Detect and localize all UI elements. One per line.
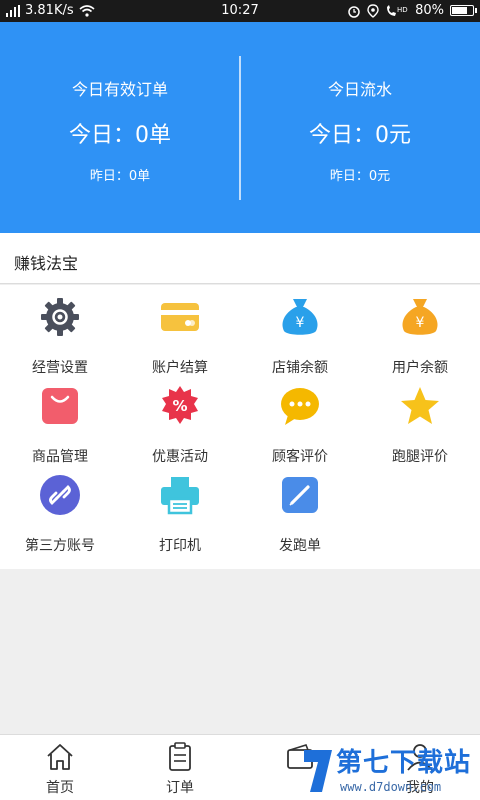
discount-badge-icon: % [162,386,198,424]
tool-label: 第三方账号 [25,538,95,554]
tool-business-settings[interactable]: 经营设置 [0,285,120,376]
printer-icon [161,477,199,515]
status-bar: 3.81K/s 10:27 HD 80% [0,0,480,22]
star-icon [401,387,439,424]
clipboard-icon [169,742,191,771]
tool-courier-reviews[interactable]: 跑腿评价 [360,374,480,465]
tool-third-party-account[interactable]: 第三方账号 [0,463,120,554]
watermark-text: 第七下载站 [336,748,472,778]
tab-label: 首页 [46,780,74,796]
pencil-icon [282,477,318,513]
revenue-today: 今日：0元 [309,123,411,148]
revenue-summary[interactable]: 今日流水 今日：0元 昨日：0元 [240,22,480,233]
svg-text:¥: ¥ [416,315,425,331]
tool-user-balance[interactable]: ¥ 用户余额 [360,285,480,376]
gear-icon [41,298,79,336]
status-right: HD 80% [347,3,477,18]
summary-panel: 今日有效订单 今日：0单 昨日：0单 今日流水 今日：0元 昨日：0元 [0,22,480,233]
revenue-yesterday: 昨日：0元 [329,169,391,184]
call-hd-icon: HD [387,4,408,16]
tab-home[interactable]: 首页 [0,735,120,800]
tool-label: 打印机 [159,538,201,554]
card-icon [161,303,199,331]
money-bag-icon: ¥ [282,299,318,335]
tool-create-errand[interactable]: 发跑单 [240,463,360,554]
orders-today: 今日：0单 [69,123,171,148]
tool-label: 跑腿评价 [392,449,448,465]
svg-text:%: % [172,397,187,415]
tool-printer[interactable]: 打印机 [120,463,240,554]
orders-yesterday: 昨日：0单 [89,169,151,184]
section-header: 赚钱法宝 [0,233,480,284]
chat-bubble-icon [281,388,319,425]
revenue-title: 今日流水 [327,80,392,99]
shopping-bag-icon [42,388,78,424]
tools-grid: 经营设置 账户结算 ¥ 店铺余额 ¥ 用户余额 商品管理 % 优惠活动 顾客评价… [0,285,480,569]
alarm-icon [348,5,360,18]
watermark: 第七下载站 www.d7down.com [300,740,480,800]
tab-orders[interactable]: 订单 [120,735,240,800]
location-icon [367,3,379,18]
svg-text:¥: ¥ [296,315,305,331]
svg-text:HD: HD [397,6,408,14]
tool-promotions[interactable]: % 优惠活动 [120,374,240,465]
money-bag-icon: ¥ [402,299,438,335]
home-icon [47,744,73,770]
tool-label: 发跑单 [279,538,321,554]
link-icon [40,475,80,515]
tab-label: 订单 [166,780,194,796]
tool-product-management[interactable]: 商品管理 [0,374,120,465]
tool-account-settlement[interactable]: 账户结算 [120,285,240,376]
section-title: 赚钱法宝 [14,254,79,273]
battery-percent: 80% [415,3,444,18]
tool-customer-reviews[interactable]: 顾客评价 [240,374,360,465]
tool-store-balance[interactable]: ¥ 店铺余额 [240,285,360,376]
orders-title: 今日有效订单 [71,80,168,99]
orders-summary[interactable]: 今日有效订单 今日：0单 昨日：0单 [0,22,240,233]
battery-icon [450,5,477,16]
watermark-logo [304,750,332,792]
watermark-url: www.d7down.com [340,780,442,794]
